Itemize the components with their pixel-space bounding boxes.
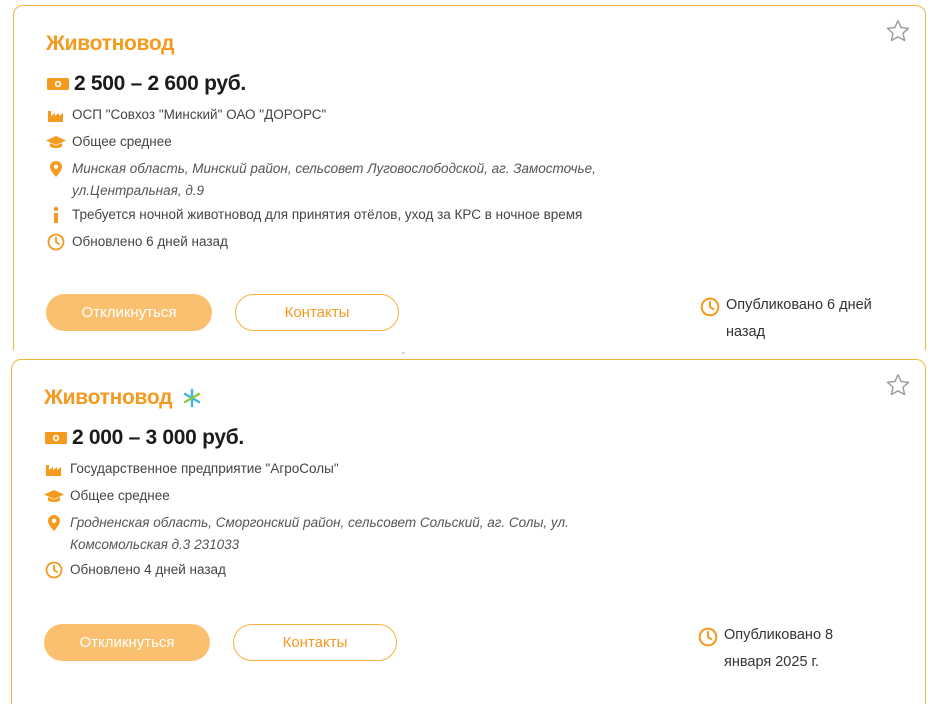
vacancy-title[interactable]: Животновод <box>44 386 172 410</box>
published-info: Опубликовано 8 января 2025 г. <box>698 626 894 676</box>
sparkle-icon <box>183 388 201 408</box>
money-icon <box>47 78 69 90</box>
clock-icon <box>45 561 63 579</box>
star-icon[interactable] <box>885 372 911 398</box>
published-text: Опубликовано 6 дней назад <box>726 292 896 346</box>
published-line-2: января 2025 г. <box>724 654 820 670</box>
education-row: Общее среднее <box>44 487 170 507</box>
apply-button[interactable]: Откликнуться <box>44 624 210 661</box>
salary-value: 2 000 – 3 000 руб. <box>72 426 244 449</box>
money-icon <box>45 432 67 444</box>
company-row: Государственное предприятие "АгроСолы" <box>44 460 339 480</box>
address-text: Минская область, Минский район, сельсове… <box>72 158 596 202</box>
education-text: Общее среднее <box>72 134 172 149</box>
updated-row: Обновлено 6 дней назад <box>46 233 228 253</box>
address-row: Гродненская область, Сморгонский район, … <box>44 514 569 556</box>
address-line-1: Минская область, Минский район, сельсове… <box>72 161 596 176</box>
info-row: Требуется ночной животновод для принятия… <box>46 206 582 226</box>
vacancy-title-wrap[interactable]: Животновод <box>44 386 202 410</box>
address-line-2: ул.Центральная, д.9 <box>72 183 205 198</box>
salary-value: 2 500 – 2 600 руб. <box>74 72 246 95</box>
address-line-1: Гродненская область, Сморгонский район, … <box>70 515 569 530</box>
education-text: Общее среднее <box>70 488 170 503</box>
apply-button[interactable]: Откликнуться <box>46 294 212 331</box>
company-row: ОСП "Совхоз "Минский" ОАО "ДОРОРС" <box>46 106 326 126</box>
published-line-1: Опубликовано 6 дней <box>726 297 872 313</box>
clock-icon <box>47 233 65 251</box>
published-info: Опубликовано 6 дней назад <box>700 296 896 346</box>
education-row: Общее среднее <box>46 133 172 153</box>
graduation-cap-icon <box>44 490 64 502</box>
contacts-button[interactable]: Контакты <box>233 624 397 661</box>
location-pin-icon <box>50 161 62 177</box>
vacancy-card[interactable]: Животновод 2 000 – 3 000 руб. Государств… <box>11 359 926 704</box>
address-text: Гродненская область, Сморгонский район, … <box>70 512 569 556</box>
address-line-2: Комсомольская д.3 231033 <box>70 537 240 552</box>
vacancy-title[interactable]: Животновод <box>46 32 174 56</box>
published-line-2: назад <box>726 324 766 340</box>
updated-text: Обновлено 6 дней назад <box>72 234 228 249</box>
factory-icon <box>46 465 61 476</box>
contacts-button[interactable]: Контакты <box>235 294 399 331</box>
info-text: Требуется ночной животновод для принятия… <box>72 207 583 222</box>
vacancy-title-wrap[interactable]: Животновод <box>46 32 174 56</box>
factory-icon <box>48 111 63 122</box>
address-row: Минская область, Минский район, сельсове… <box>46 160 596 202</box>
graduation-cap-icon <box>46 136 66 148</box>
company-name: Государственное предприятие "АгроСолы" <box>70 461 339 476</box>
info-icon <box>53 206 59 223</box>
salary: 2 500 – 2 600 руб. <box>46 72 246 96</box>
vacancy-card[interactable]: Животновод 2 500 – 2 600 руб. ОСП "Совхо… <box>13 5 926 350</box>
clock-icon <box>700 297 720 317</box>
location-pin-icon <box>48 515 60 531</box>
published-line-1: Опубликовано 8 <box>724 627 834 643</box>
updated-row: Обновлено 4 дней назад <box>44 561 226 581</box>
updated-text: Обновлено 4 дней назад <box>70 562 226 577</box>
star-icon[interactable] <box>885 18 911 44</box>
company-name: ОСП "Совхоз "Минский" ОАО "ДОРОРС" <box>72 107 327 122</box>
clock-icon <box>698 627 718 647</box>
published-text: Опубликовано 8 января 2025 г. <box>724 622 894 676</box>
separator-dot <box>402 352 405 354</box>
salary: 2 000 – 3 000 руб. <box>44 426 244 450</box>
